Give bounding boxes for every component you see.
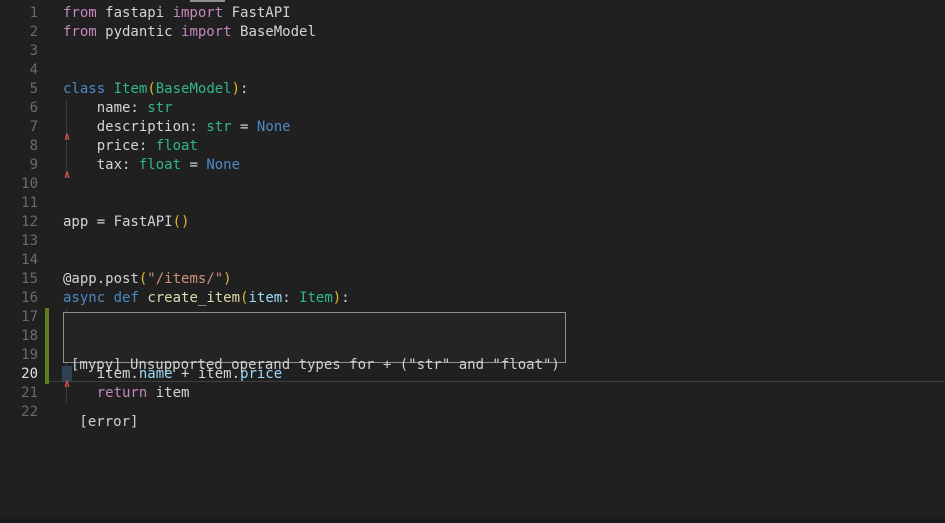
code-token: app = FastAPI: [63, 214, 173, 230]
line-number: 12: [0, 213, 38, 232]
code-line[interactable]: 3: [0, 42, 945, 61]
diagnostic-tooltip: [mypy] Unsupported operand types for + (…: [63, 312, 566, 363]
line-number: 7: [0, 118, 38, 137]
code-token: Item: [114, 81, 148, 97]
line-number: 2: [0, 23, 38, 42]
code-line[interactable]: 5 class Item(BaseModel):: [0, 80, 945, 99]
code-token: (: [147, 81, 155, 97]
code-line[interactable]: 10: [0, 175, 945, 194]
code-token: float: [156, 138, 198, 154]
code-token: (): [173, 214, 190, 230]
line-number: 21: [0, 384, 38, 403]
line-number: 13: [0, 232, 38, 251]
code-token: float: [139, 157, 181, 173]
code-token: ): [223, 271, 231, 287]
code-token: [105, 81, 113, 97]
bottom-edge-strip: [0, 519, 945, 523]
code-token: "/items/": [147, 271, 223, 287]
code-text: class Item(BaseModel):: [63, 80, 248, 99]
code-token: ): [232, 81, 240, 97]
diagnostic-caret-icon: ∧: [62, 169, 72, 180]
code-line[interactable]: 14: [0, 251, 945, 270]
code-token: BaseModel: [232, 24, 316, 40]
code-line[interactable]: 12 app = FastAPI(): [0, 213, 945, 232]
line-number: 6: [0, 99, 38, 118]
line-number: 18: [0, 327, 38, 346]
code-token: [105, 290, 113, 306]
code-token: name:: [63, 100, 147, 116]
line-number: 4: [0, 61, 38, 80]
code-token: from: [63, 5, 97, 21]
code-token: str: [147, 100, 172, 116]
line-number: 16: [0, 289, 38, 308]
code-line[interactable]: 11: [0, 194, 945, 213]
code-text: @app.post("/items/"): [63, 270, 232, 289]
line-number: 15: [0, 270, 38, 289]
top-edge-artifact: [190, 0, 225, 2]
code-token: def: [114, 290, 139, 306]
line-number: 9: [0, 156, 38, 175]
line-number: 19: [0, 346, 38, 365]
code-line[interactable]: 16 async def create_item(item: Item):: [0, 289, 945, 308]
code-line[interactable]: 1 from fastapi import FastAPI: [0, 4, 945, 23]
code-token: :: [240, 81, 248, 97]
code-token: description:: [63, 119, 206, 135]
code-text: from fastapi import FastAPI: [63, 4, 291, 23]
code-token: price:: [63, 138, 156, 154]
code-token: None: [206, 157, 240, 173]
code-token: class: [63, 81, 105, 97]
code-token: tax:: [63, 157, 139, 173]
code-token: :: [341, 290, 349, 306]
code-line[interactable]: 7 description: str = None: [0, 118, 945, 137]
code-token: =: [181, 157, 206, 173]
code-line[interactable]: 9 tax: float = None: [0, 156, 945, 175]
line-number: 11: [0, 194, 38, 213]
line-number: 14: [0, 251, 38, 270]
code-line[interactable]: 15 @app.post("/items/"): [0, 270, 945, 289]
code-line[interactable]: 6 name: str: [0, 99, 945, 118]
code-token: import: [181, 24, 232, 40]
code-line[interactable]: 2 from pydantic import BaseModel: [0, 23, 945, 42]
code-token: import: [173, 5, 224, 21]
line-number: 22: [0, 403, 38, 422]
code-token: pydantic: [97, 24, 181, 40]
code-text: async def create_item(item: Item):: [63, 289, 350, 308]
code-token: :: [282, 290, 299, 306]
line-number: 17: [0, 308, 38, 327]
code-line[interactable]: 13: [0, 232, 945, 251]
code-token: Item: [299, 290, 333, 306]
code-token: FastAPI: [223, 5, 290, 21]
diagnostic-caret-icon: ∧: [62, 131, 72, 142]
line-number: 10: [0, 175, 38, 194]
line-number: 20: [0, 365, 38, 384]
code-editor[interactable]: 1 from fastapi import FastAPI 2 from pydant…: [0, 0, 945, 523]
code-line[interactable]: 8 price: float: [0, 137, 945, 156]
line-number: 8: [0, 137, 38, 156]
code-token: None: [257, 119, 291, 135]
line-number: 5: [0, 80, 38, 99]
line-number: 1: [0, 4, 38, 23]
code-token: from: [63, 24, 97, 40]
code-text: description: str = None: [63, 118, 291, 137]
code-text: price: float: [63, 137, 198, 156]
code-token: @app.post: [63, 271, 139, 287]
code-line[interactable]: 4: [0, 61, 945, 80]
code-text: from pydantic import BaseModel: [63, 23, 316, 42]
code-token: ): [333, 290, 341, 306]
line-number: 3: [0, 42, 38, 61]
code-token: fastapi: [97, 5, 173, 21]
code-text: tax: float = None: [63, 156, 240, 175]
code-token: str: [206, 119, 231, 135]
code-token: BaseModel: [156, 81, 232, 97]
code-token: create_item: [147, 290, 240, 306]
code-token: item: [248, 290, 282, 306]
code-token: =: [232, 119, 257, 135]
diagnostic-message: [mypy] Unsupported operand types for + (…: [71, 356, 565, 375]
code-text: app = FastAPI(): [63, 213, 189, 232]
code-token: async: [63, 290, 105, 306]
code-text: name: str: [63, 99, 173, 118]
git-change-bar: [45, 308, 49, 384]
diagnostic-severity: [error]: [71, 413, 565, 432]
